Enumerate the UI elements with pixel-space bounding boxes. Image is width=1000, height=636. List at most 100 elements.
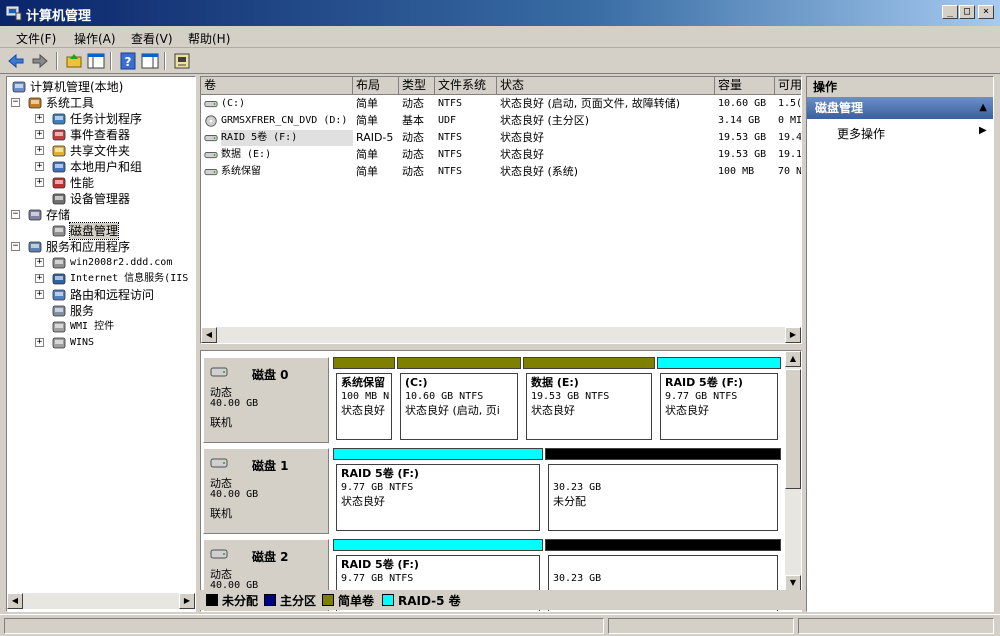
volume-row[interactable]: 系统保留 简单 动态 NTFS 状态良好 (系统) 100 MB 70 N [201, 164, 801, 181]
col-volume-header[interactable]: 卷 [201, 77, 353, 95]
expand-icon[interactable]: + [35, 162, 44, 171]
tree-item-label: 磁盘管理 [68, 222, 120, 240]
menu-file[interactable]: 文件(F) [16, 30, 56, 47]
disk-header[interactable]: 磁盘 0 动态 40.00 GB 联机 [203, 357, 329, 443]
tree-horizontal-scrollbar[interactable]: ◀ ▶ [7, 593, 195, 609]
maximize-button[interactable]: □ [959, 5, 975, 19]
tools-icon [28, 97, 42, 109]
partition-status: 状态良好 [665, 404, 709, 417]
menu-view[interactable]: 查看(V) [131, 30, 173, 47]
partition-color-bar [397, 357, 521, 369]
tree-item[interactable]: + 共享文件夹 [7, 143, 195, 159]
disk-view-vertical-scrollbar[interactable]: ▲ ▼ [785, 351, 801, 591]
show-hide-tree-icon[interactable] [86, 51, 106, 71]
col-volume-cell: GRMSXFRER_CN_DVD (D:) [221, 115, 348, 126]
expand-icon[interactable]: + [35, 290, 44, 299]
expand-icon[interactable]: + [35, 258, 44, 267]
tree-item[interactable]: 服务 [7, 303, 195, 319]
col-type-cell: 动态 [402, 131, 424, 144]
expand-icon[interactable]: + [35, 274, 44, 283]
partition-body: 系统保留 100 MB N 状态良好 [336, 373, 392, 440]
wmi-icon [52, 321, 66, 333]
show-hide-action-pane-icon[interactable] [140, 51, 160, 71]
col-filesystem-cell: NTFS [438, 98, 463, 109]
col-type-cell: 基本 [402, 114, 424, 127]
more-actions-item[interactable]: 更多操作 [837, 125, 885, 142]
expand-icon[interactable]: + [35, 178, 44, 187]
tree-item[interactable]: + Internet 信息服务(IIS [7, 271, 195, 287]
tree-item[interactable]: + 任务计划程序 [7, 111, 195, 127]
back-icon[interactable] [6, 51, 26, 71]
collapse-icon[interactable]: − [11, 242, 20, 251]
scroll-left-button[interactable]: ◀ [7, 593, 23, 609]
scroll-thumb[interactable] [785, 369, 801, 489]
volume-list-horizontal-scrollbar[interactable]: ◀ ▶ [201, 327, 801, 343]
forward-icon[interactable] [30, 51, 50, 71]
expand-icon[interactable]: + [35, 114, 44, 123]
volume-row[interactable]: 数据 (E:) 简单 动态 NTFS 状态良好 19.53 GB 19.1 [201, 147, 801, 164]
menu-help[interactable]: 帮助(H) [188, 30, 230, 47]
title-bar[interactable]: 计算机管理 _ □ × [0, 0, 1000, 26]
col-type-header[interactable]: 类型 [399, 77, 435, 95]
partition-size: 100 MB N [341, 391, 390, 402]
col-capacity-header[interactable]: 容量 [715, 77, 775, 95]
tree-item[interactable]: 设备管理器 [7, 191, 195, 207]
tree-item-label: 系统工具 [46, 96, 95, 110]
tree-item-label: 性能 [70, 176, 95, 190]
partition-simple[interactable]: (C:) 10.60 GB NTFS 状态良好 (启动, 页i [397, 357, 521, 443]
partition-simple[interactable]: 系统保留 100 MB N 状态良好 [333, 357, 395, 443]
partition-raid5[interactable]: RAID 5卷 (F:) 9.77 GB NTFS 状态良好 [333, 448, 543, 534]
expand-icon[interactable]: + [35, 130, 44, 139]
partition-unallocated[interactable]: 30.23 GB 未分配 [545, 448, 781, 534]
tree-item[interactable]: + WINS [7, 335, 195, 351]
tree-item[interactable]: − 服务和应用程序 [7, 239, 195, 255]
col-filesystem-cell: NTFS [438, 149, 463, 160]
tree-item[interactable]: 计算机管理(本地) [7, 79, 195, 95]
status-cell-main [4, 618, 604, 634]
col-free-header[interactable]: 可用 [775, 77, 801, 95]
disk-graphical-view: 磁盘 0 动态 40.00 GB 联机 系统保留 100 MB N 状态良好 (C:) 10.6… [200, 350, 802, 612]
menu-action[interactable]: 操作(A) [74, 30, 116, 47]
partition-body: RAID 5卷 (F:) 9.77 GB NTFS 状态良好 [660, 373, 778, 440]
actions-section-disk-management[interactable]: 磁盘管理 ▲ [807, 97, 993, 119]
volume-row[interactable]: RAID 5卷 (F:) RAID-5 动态 NTFS 状态良好 19.53 GB 19.4 [201, 130, 801, 147]
col-layout-cell: 简单 [356, 165, 378, 178]
partition-color-bar [333, 539, 543, 551]
up-folder-icon[interactable] [64, 51, 84, 71]
tree-item[interactable]: − 存储 [7, 207, 195, 223]
scroll-left-button[interactable]: ◀ [201, 327, 217, 343]
volume-row[interactable]: (C:) 简单 动态 NTFS 状态良好 (启动, 页面文件, 故障转储) 10.60 G… [201, 96, 801, 113]
col-layout-header[interactable]: 布局 [353, 77, 399, 95]
tree-item[interactable]: WMI 控件 [7, 319, 195, 335]
tree-item[interactable]: − 系统工具 [7, 95, 195, 111]
tree-item[interactable]: 磁盘管理 [7, 222, 195, 240]
legend-label-simple: 简单卷 [338, 594, 375, 608]
tree-item[interactable]: + 路由和远程访问 [7, 287, 195, 303]
expand-icon[interactable]: + [35, 338, 44, 347]
scroll-down-button[interactable]: ▼ [785, 575, 801, 591]
expand-icon[interactable]: + [35, 146, 44, 155]
tree-item[interactable]: + win2008r2.ddd.com [7, 255, 195, 271]
tree-item[interactable]: + 性能 [7, 175, 195, 191]
scroll-right-button[interactable]: ▶ [179, 593, 195, 609]
partition-size: 30.23 GB [553, 573, 602, 584]
collapse-arrow-icon[interactable]: ▲ [979, 97, 987, 119]
volume-row[interactable]: GRMSXFRER_CN_DVD (D:) 简单 基本 UDF 状态良好 (主分区) 3.… [201, 113, 801, 130]
collapse-icon[interactable]: − [11, 210, 20, 219]
help-icon[interactable]: ? [118, 51, 138, 71]
disk-header[interactable]: 磁盘 1 动态 40.00 GB 联机 [203, 448, 329, 534]
partition-raid5[interactable]: RAID 5卷 (F:) 9.77 GB NTFS 状态良好 [657, 357, 781, 443]
col-status-header[interactable]: 状态 [497, 77, 715, 95]
disk-properties-icon[interactable] [172, 51, 192, 71]
tree-item[interactable]: + 事件查看器 [7, 127, 195, 143]
scroll-up-button[interactable]: ▲ [785, 351, 801, 367]
col-filesystem-header[interactable]: 文件系统 [435, 77, 497, 95]
close-button[interactable]: × [978, 5, 994, 19]
partition-size: 10.60 GB NTFS [405, 391, 484, 402]
tree-item[interactable]: + 本地用户和组 [7, 159, 195, 175]
disk-status: 联机 [210, 416, 232, 429]
collapse-icon[interactable]: − [11, 98, 20, 107]
partition-simple[interactable]: 数据 (E:) 19.53 GB NTFS 状态良好 [523, 357, 655, 443]
scroll-right-button[interactable]: ▶ [785, 327, 801, 343]
minimize-button[interactable]: _ [942, 5, 958, 19]
